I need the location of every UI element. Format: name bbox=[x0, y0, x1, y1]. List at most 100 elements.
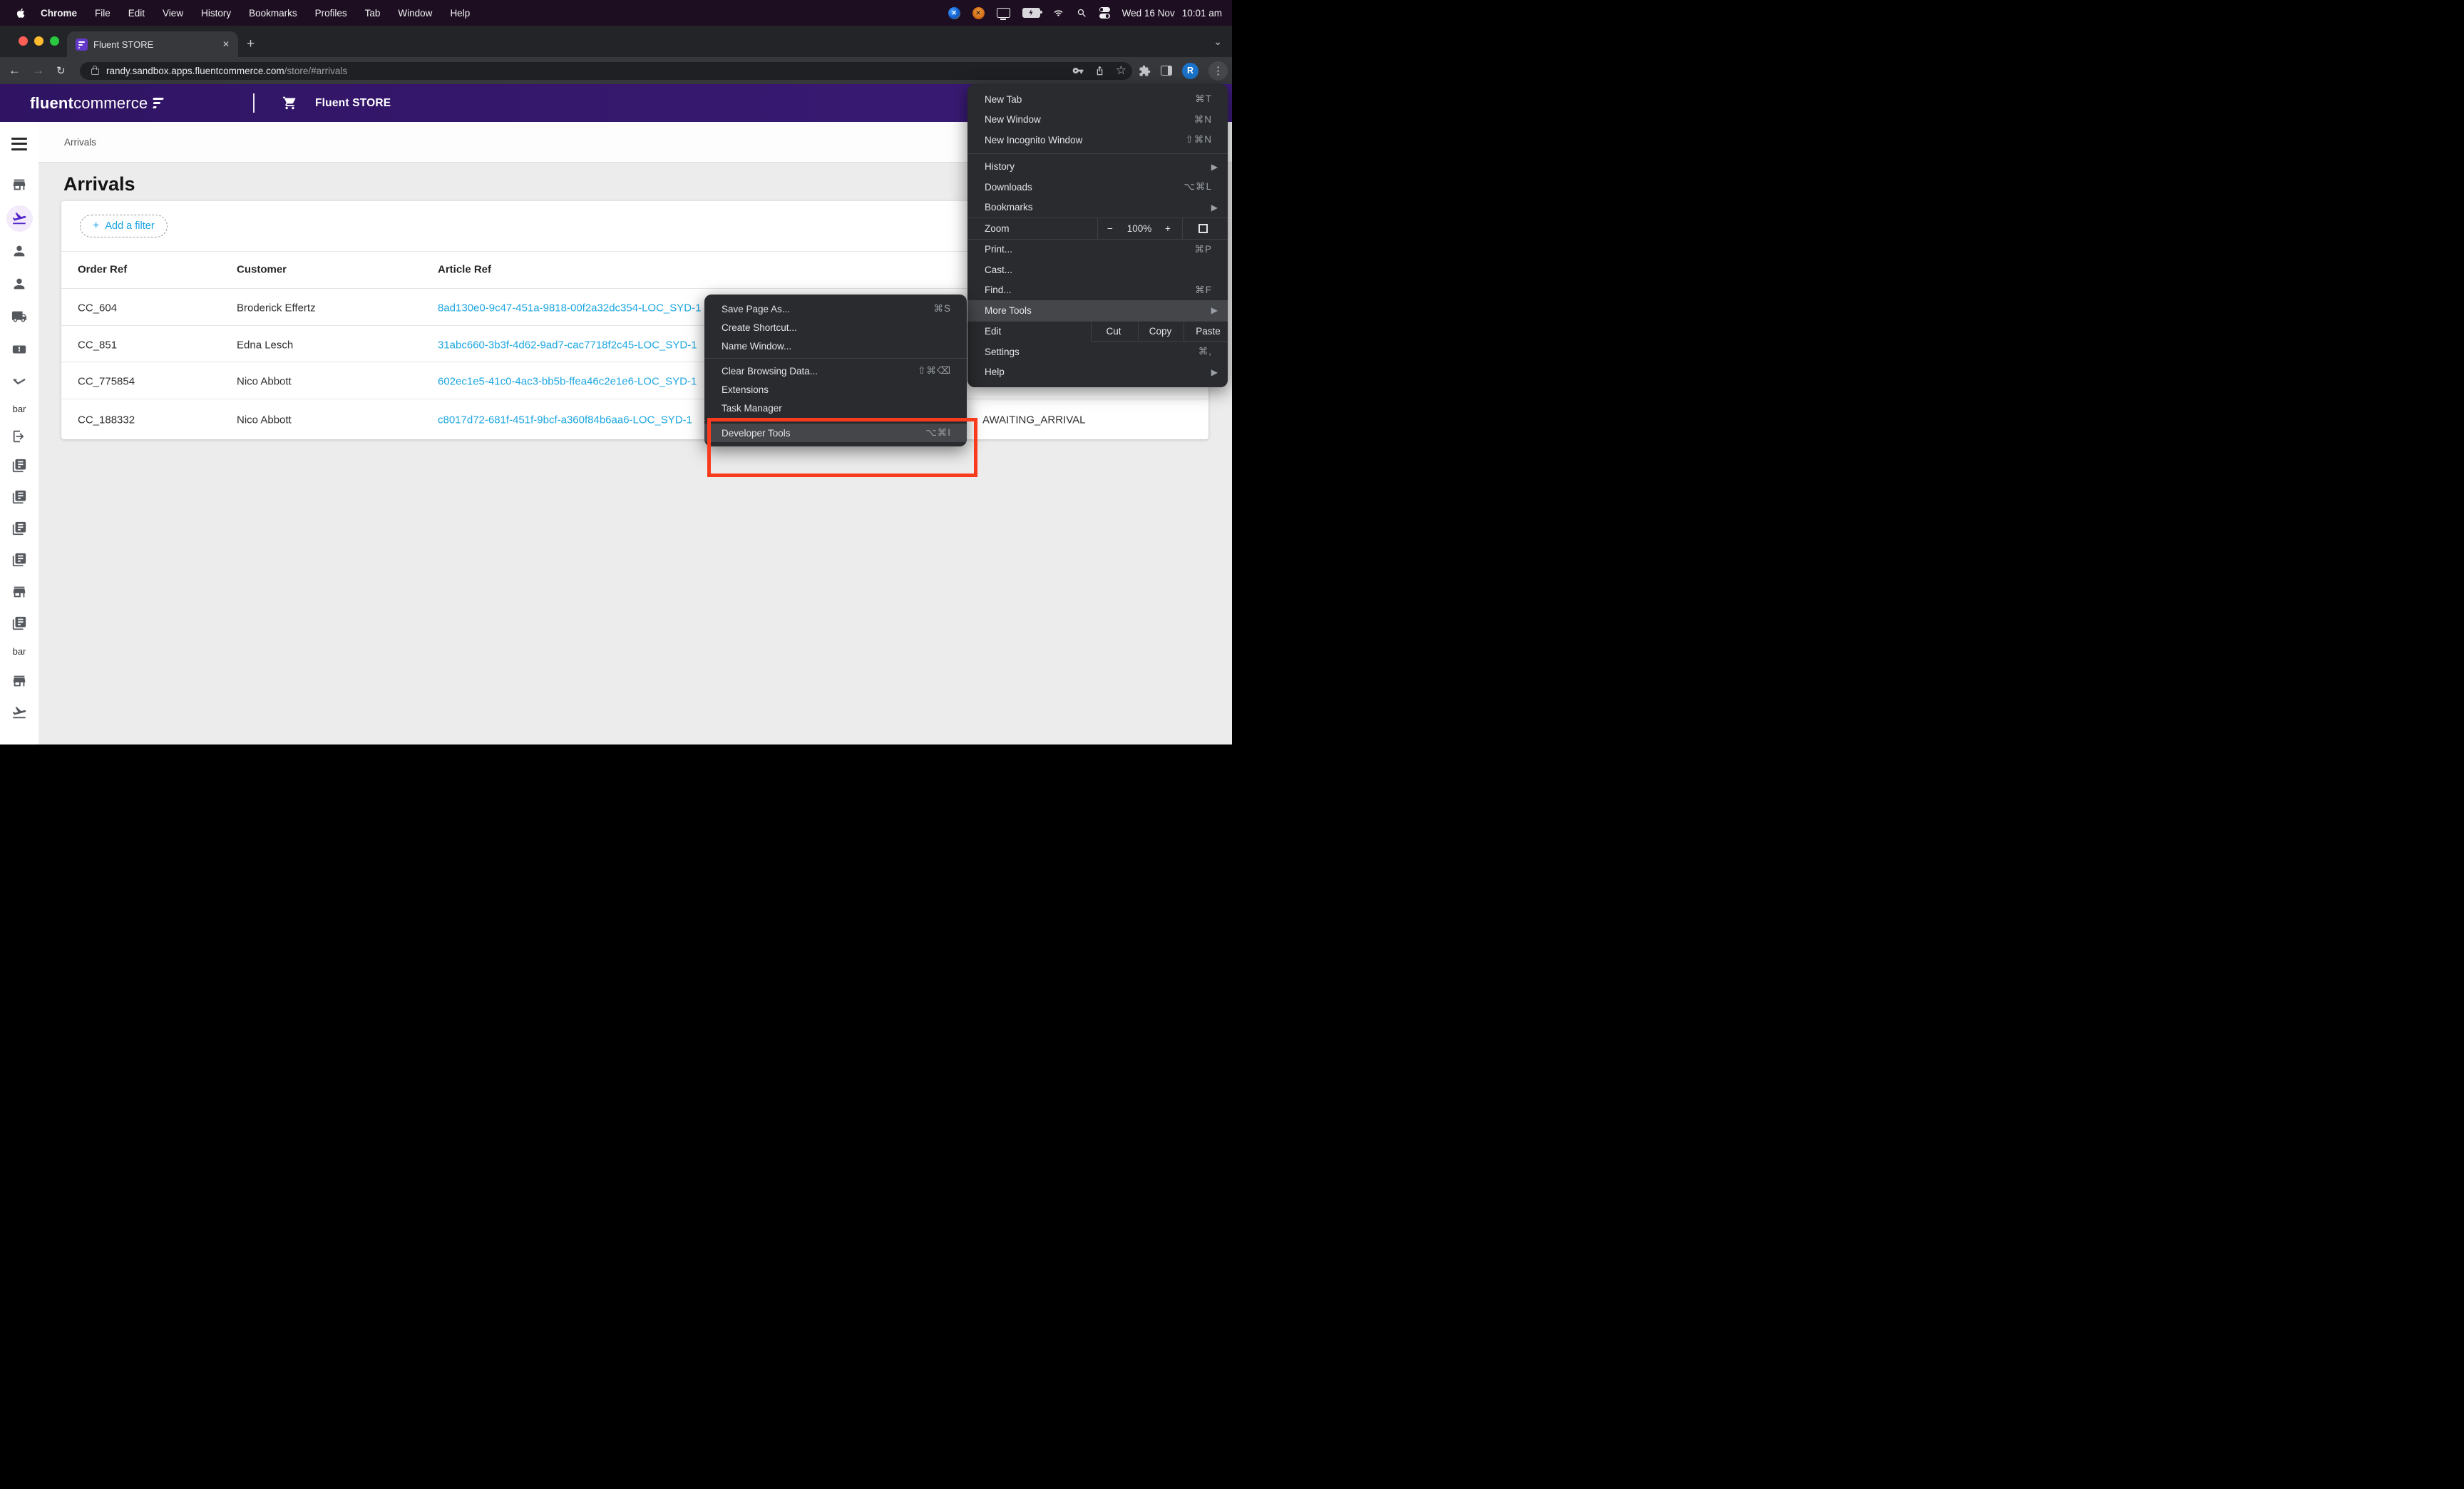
menu-item-clear-browsing-data[interactable]: Clear Browsing Data...⇧⌘⌫ bbox=[704, 362, 967, 380]
macos-menu-view[interactable]: View bbox=[163, 8, 183, 19]
article-ref-link[interactable]: 31abc660-3b3f-4d62-9ad7-cac7718f2c45-LOC… bbox=[438, 339, 697, 351]
clock-date: Wed 16 Nov bbox=[1122, 8, 1175, 19]
browser-menu-button[interactable]: ⋮ bbox=[1208, 61, 1228, 81]
sidebar-item-badge-alert-icon[interactable] bbox=[0, 337, 38, 362]
reload-button[interactable]: ↻ bbox=[56, 57, 66, 84]
macos-menu-file[interactable]: File bbox=[95, 8, 111, 19]
search-icon[interactable] bbox=[1077, 8, 1087, 19]
menu-item-zoom[interactable]: Zoom−100%+ bbox=[967, 218, 1228, 240]
battery-charging-icon[interactable] bbox=[1022, 8, 1040, 18]
star-icon[interactable]: ☆ bbox=[1116, 63, 1126, 78]
column-header[interactable]: Article Ref bbox=[438, 264, 491, 276]
column-header[interactable]: Order Ref bbox=[78, 264, 127, 276]
menu-item-new-window[interactable]: New Window⌘N bbox=[967, 110, 1228, 131]
tab-close-icon[interactable]: ✕ bbox=[222, 39, 230, 49]
macos-menu-bookmarks[interactable]: Bookmarks bbox=[249, 8, 297, 19]
article-ref-link[interactable]: 8ad130e0-9c47-451a-9818-00f2a32dc354-LOC… bbox=[438, 302, 701, 314]
zoom-in-button[interactable]: + bbox=[1165, 223, 1171, 234]
macos-menu-chrome[interactable]: Chrome bbox=[41, 8, 77, 19]
menu-item-downloads[interactable]: Downloads⌥⌘L bbox=[967, 177, 1228, 198]
app-icon-blue[interactable] bbox=[948, 7, 960, 19]
maximize-window-button[interactable] bbox=[50, 36, 59, 46]
menu-item-task-manager[interactable]: Task Manager bbox=[704, 399, 967, 417]
address-bar[interactable]: randy.sandbox.apps.fluentcommerce.com/st… bbox=[80, 62, 1132, 80]
extensions-puzzle-icon[interactable] bbox=[1139, 65, 1151, 77]
zoom-out-button[interactable]: − bbox=[1107, 223, 1113, 234]
edit-copy-button[interactable]: Copy bbox=[1149, 326, 1172, 337]
lock-icon[interactable] bbox=[91, 68, 99, 75]
macos-menu-window[interactable]: Window bbox=[398, 8, 432, 19]
fullscreen-icon[interactable] bbox=[1198, 224, 1208, 233]
forward-button[interactable]: → bbox=[32, 57, 44, 84]
sidebar-item-library-icon[interactable] bbox=[0, 516, 38, 541]
profile-avatar[interactable]: R bbox=[1182, 63, 1198, 79]
menu-item-print[interactable]: Print...⌘P bbox=[967, 240, 1228, 260]
sidebar-item-store-icon[interactable] bbox=[0, 579, 38, 605]
cart-icon bbox=[282, 96, 297, 114]
app-icon-orange[interactable] bbox=[972, 7, 985, 19]
sidebar-item-truck-icon[interactable] bbox=[0, 304, 38, 329]
sidebar-item-exit-icon[interactable] bbox=[0, 424, 38, 449]
menu-item-label: New Window bbox=[985, 114, 1041, 125]
sidebar-item-library-icon[interactable] bbox=[0, 453, 38, 479]
menu-item-label: Cast... bbox=[985, 265, 1012, 275]
menu-item-cast[interactable]: Cast... bbox=[967, 260, 1228, 280]
sidebar-item-trending-check-icon[interactable] bbox=[0, 369, 38, 395]
sidebar-item-store-icon[interactable] bbox=[0, 668, 38, 694]
article-ref-link[interactable]: 602ec1e5-41c0-4ac3-bb5b-ffea46c2e1e6-LOC… bbox=[438, 376, 697, 388]
back-button[interactable]: ← bbox=[9, 57, 21, 84]
menu-item-extensions[interactable]: Extensions bbox=[704, 380, 967, 399]
edit-cut-button[interactable]: Cut bbox=[1106, 326, 1121, 337]
article-ref-link[interactable]: c8017d72-681f-451f-9bcf-a360f84b6aa6-LOC… bbox=[438, 414, 692, 426]
sidebar-item-library-icon[interactable] bbox=[0, 484, 38, 510]
macos-menu-history[interactable]: History bbox=[201, 8, 231, 19]
menu-item-save-page-as[interactable]: Save Page As...⌘S bbox=[704, 300, 967, 318]
sidebar-item-text[interactable]: bar bbox=[0, 646, 38, 657]
close-window-button[interactable] bbox=[19, 36, 28, 46]
minimize-window-button[interactable] bbox=[34, 36, 43, 46]
display-icon[interactable] bbox=[997, 8, 1010, 18]
sidebar-item-library-icon[interactable] bbox=[0, 547, 38, 573]
tab-title: Fluent STORE bbox=[93, 39, 214, 50]
sidebar-item-library-icon[interactable] bbox=[0, 610, 38, 636]
menu-item-new-incognito-window[interactable]: New Incognito Window⇧⌘N bbox=[967, 130, 1228, 150]
fluent-favicon-icon bbox=[76, 39, 88, 51]
menu-item-bookmarks[interactable]: Bookmarks▶ bbox=[967, 198, 1228, 218]
browser-tab[interactable]: Fluent STORE ✕ bbox=[67, 31, 238, 57]
control-center-icon[interactable] bbox=[1099, 7, 1110, 19]
menu-item-new-tab[interactable]: New Tab⌘T bbox=[967, 89, 1228, 110]
macos-menu-edit[interactable]: Edit bbox=[128, 8, 145, 19]
new-tab-button[interactable]: + bbox=[247, 37, 255, 51]
sidebar-item-person-icon[interactable] bbox=[0, 271, 38, 297]
menu-item-help[interactable]: Help▶ bbox=[967, 362, 1228, 383]
fluentcommerce-logo[interactable]: fluentcommerce bbox=[30, 94, 163, 113]
hamburger-menu-icon[interactable] bbox=[11, 138, 27, 150]
url-text[interactable]: randy.sandbox.apps.fluentcommerce.com/st… bbox=[106, 66, 347, 76]
column-header[interactable]: Customer bbox=[237, 264, 287, 276]
menu-item-settings[interactable]: Settings⌘, bbox=[967, 342, 1228, 362]
menu-bar-clock[interactable]: Wed 16 Nov 10:01 am bbox=[1122, 8, 1222, 19]
menu-item-create-shortcut[interactable]: Create Shortcut... bbox=[704, 318, 967, 337]
status-cell: AWAITING_ARRIVAL bbox=[982, 414, 1085, 426]
tab-search-chevron-icon[interactable]: ⌄ bbox=[1213, 36, 1222, 48]
menu-item-find[interactable]: Find...⌘F bbox=[967, 280, 1228, 301]
share-icon[interactable] bbox=[1094, 65, 1105, 76]
macos-menu-profiles[interactable]: Profiles bbox=[315, 8, 347, 19]
side-panel-icon[interactable] bbox=[1161, 66, 1172, 76]
menu-item-history[interactable]: History▶ bbox=[967, 157, 1228, 178]
sidebar-item-plane-arrival-icon[interactable] bbox=[0, 700, 38, 725]
macos-menu-help[interactable]: Help bbox=[450, 8, 470, 19]
add-filter-button[interactable]: + Add a filter bbox=[80, 215, 168, 237]
wifi-icon[interactable] bbox=[1052, 9, 1064, 18]
menu-item-name-window[interactable]: Name Window... bbox=[704, 337, 967, 355]
macos-menu-tab[interactable]: Tab bbox=[365, 8, 381, 19]
apple-icon[interactable] bbox=[16, 7, 26, 19]
edit-paste-button[interactable]: Paste bbox=[1196, 326, 1221, 337]
sidebar-item-person-icon[interactable] bbox=[0, 238, 38, 264]
menu-item-edit[interactable]: EditCutCopyPaste bbox=[967, 321, 1228, 342]
sidebar-item-plane-arrival-icon[interactable] bbox=[0, 205, 38, 231]
sidebar-item-text[interactable]: bar bbox=[0, 404, 38, 414]
menu-item-more-tools[interactable]: More Tools▶ bbox=[967, 300, 1228, 321]
sidebar-item-store-icon[interactable] bbox=[0, 172, 38, 198]
key-icon[interactable] bbox=[1072, 65, 1084, 76]
